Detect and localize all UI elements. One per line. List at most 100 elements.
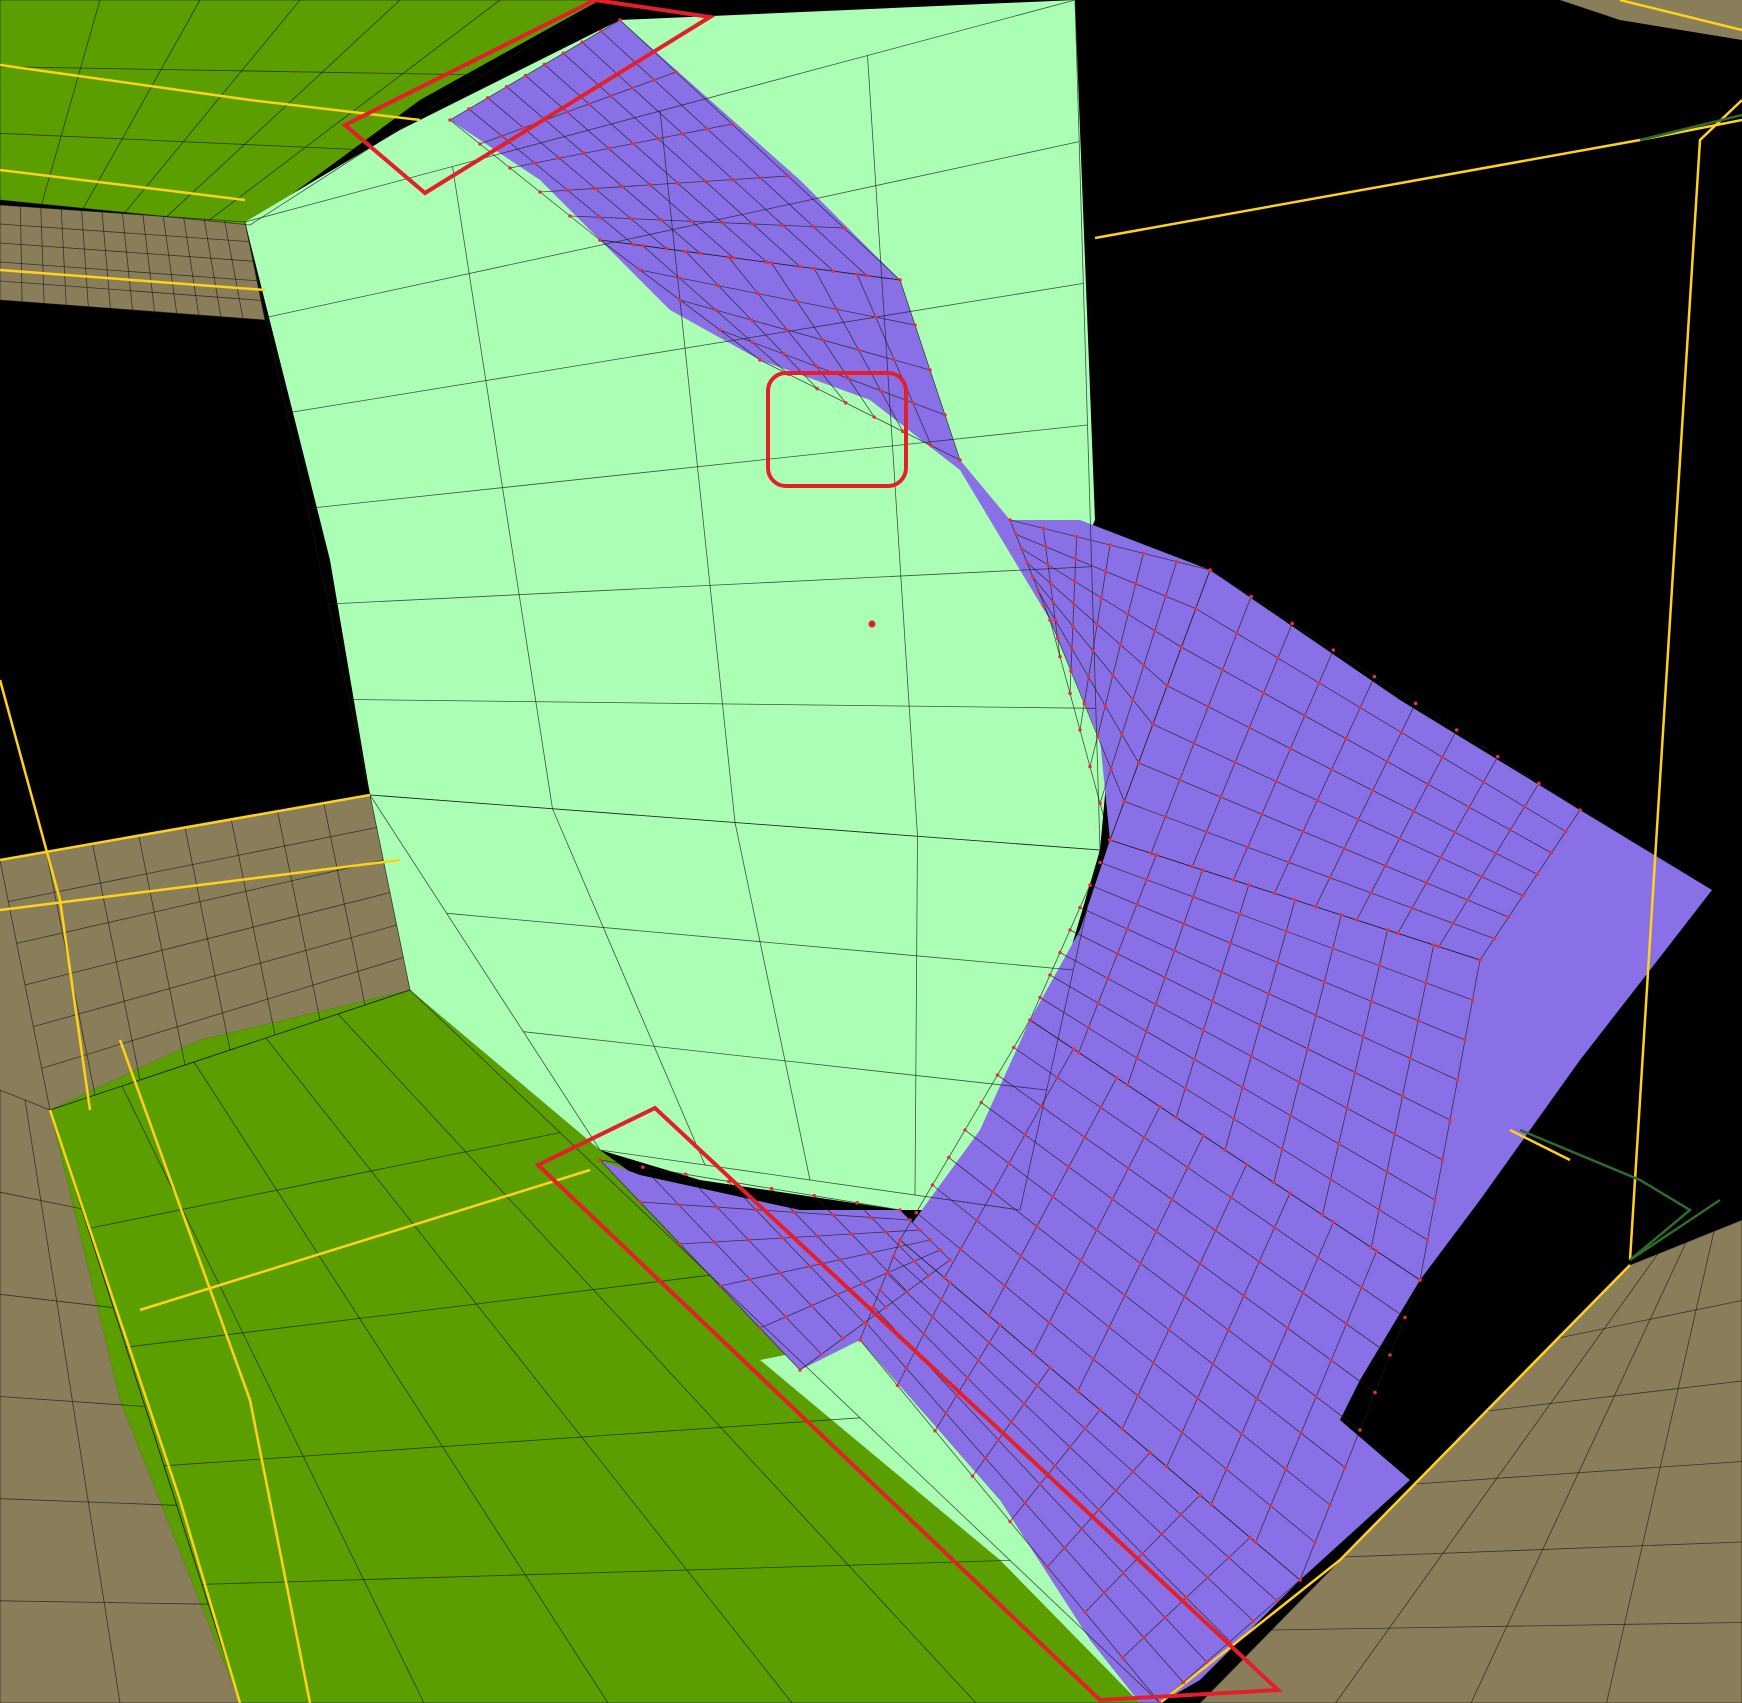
mesh-node: [1492, 936, 1497, 941]
mesh-node: [1433, 1198, 1437, 1202]
mesh-node: [1025, 561, 1029, 565]
mesh-node: [1251, 1619, 1256, 1623]
mesh-node: [1272, 1225, 1277, 1230]
mesh-node: [1328, 875, 1332, 880]
mesh-node: [769, 1186, 774, 1191]
mesh-node: [1317, 681, 1321, 685]
mesh-node: [1388, 1353, 1392, 1357]
mesh-node: [1395, 931, 1400, 936]
mesh-node: [523, 73, 528, 78]
mesh-node: [1142, 663, 1146, 668]
mesh-node: [1070, 646, 1074, 651]
mesh-node: [856, 348, 861, 352]
mesh-node: [1424, 981, 1428, 985]
mesh-node: [1083, 1426, 1087, 1431]
mesh-node: [883, 1305, 888, 1309]
mesh-node: [1163, 594, 1168, 598]
mesh-node: [1361, 1035, 1365, 1039]
mesh-node: [970, 1474, 975, 1478]
mesh-node: [918, 1228, 922, 1232]
mesh-node: [1209, 1502, 1213, 1507]
mesh-node: [911, 401, 915, 405]
mesh-node: [1353, 1070, 1357, 1075]
mesh-node: [1163, 814, 1168, 819]
mesh-node: [1144, 1029, 1149, 1034]
mesh-node: [508, 166, 512, 170]
mesh-node: [1463, 1038, 1467, 1042]
mesh-node: [1103, 703, 1108, 708]
mesh-node: [1179, 1512, 1183, 1517]
mesh-node: [1043, 544, 1048, 549]
mesh-node: [1204, 830, 1209, 834]
mesh-node: [1120, 1427, 1125, 1431]
mesh-node: [1072, 579, 1077, 584]
mesh-node: [1385, 1170, 1389, 1174]
mesh-node: [812, 266, 817, 271]
mesh-node: [861, 1281, 865, 1286]
mesh-node: [748, 1277, 752, 1282]
mesh-node: [1270, 1361, 1275, 1366]
mesh-node: [1079, 1526, 1084, 1531]
mesh-node: [1051, 599, 1055, 604]
mesh-node: [1255, 1396, 1259, 1401]
mesh-node: [1141, 1635, 1146, 1640]
mesh-node: [726, 255, 731, 259]
mesh-node: [1253, 1540, 1258, 1545]
mesh-node: [1023, 1501, 1027, 1505]
mesh-node: [1198, 1261, 1202, 1266]
mesh-node: [1298, 1578, 1302, 1582]
mesh-node: [1036, 589, 1041, 594]
mesh-node: [1302, 713, 1307, 718]
3d-mesh-viewport[interactable]: [0, 0, 1742, 1703]
mesh-node: [939, 1297, 944, 1302]
mesh-node: [1108, 838, 1112, 842]
mesh-node: [1272, 891, 1277, 896]
mesh-node: [783, 1315, 788, 1319]
mesh-node: [1200, 868, 1205, 872]
mesh-node: [808, 1264, 812, 1269]
mesh-node: [1192, 741, 1196, 746]
mesh-node: [1549, 851, 1554, 855]
mesh-node: [1293, 898, 1297, 902]
mesh-node: [1099, 596, 1104, 600]
mesh-node: [538, 190, 542, 194]
mesh-node: [842, 226, 846, 230]
mesh-node: [814, 364, 819, 369]
mesh-node: [1152, 628, 1157, 633]
mesh-node: [1320, 1213, 1325, 1217]
mesh-node: [675, 181, 680, 185]
mesh-node: [1011, 1045, 1016, 1050]
mesh-node: [898, 278, 902, 282]
mesh-node: [1246, 883, 1251, 887]
mesh-node: [926, 1273, 931, 1278]
mesh-node: [1071, 1047, 1076, 1051]
mesh-node: [1075, 1389, 1080, 1393]
mesh-node: [478, 142, 482, 146]
mesh-node: [998, 1323, 1002, 1327]
mesh-node: [1181, 1680, 1186, 1685]
mesh-node: [785, 328, 789, 332]
mesh-node: [782, 352, 787, 357]
mesh-node: [1374, 1249, 1379, 1253]
mesh-node: [948, 1280, 952, 1285]
mesh-node: [1288, 746, 1293, 751]
mesh-node: [1072, 602, 1076, 606]
mesh-node: [1400, 1094, 1405, 1099]
mesh-node: [1359, 1285, 1364, 1290]
mesh-node: [664, 247, 669, 251]
mesh-node: [895, 1383, 900, 1388]
mesh-node: [1448, 1118, 1452, 1122]
mesh-node: [1019, 546, 1024, 551]
mesh-node: [1131, 1469, 1135, 1474]
mesh-node: [943, 413, 947, 417]
mesh-node: [798, 264, 802, 269]
mesh-node: [781, 1236, 785, 1240]
mesh-node: [886, 1270, 891, 1275]
mesh-node: [731, 177, 735, 182]
mesh-node: [1314, 1394, 1318, 1399]
mesh-node: [835, 1292, 839, 1297]
mesh-node: [908, 1218, 912, 1222]
mesh-canvas[interactable]: [0, 0, 1742, 1703]
mesh-node: [1206, 704, 1211, 709]
mesh-node: [1102, 1590, 1106, 1595]
